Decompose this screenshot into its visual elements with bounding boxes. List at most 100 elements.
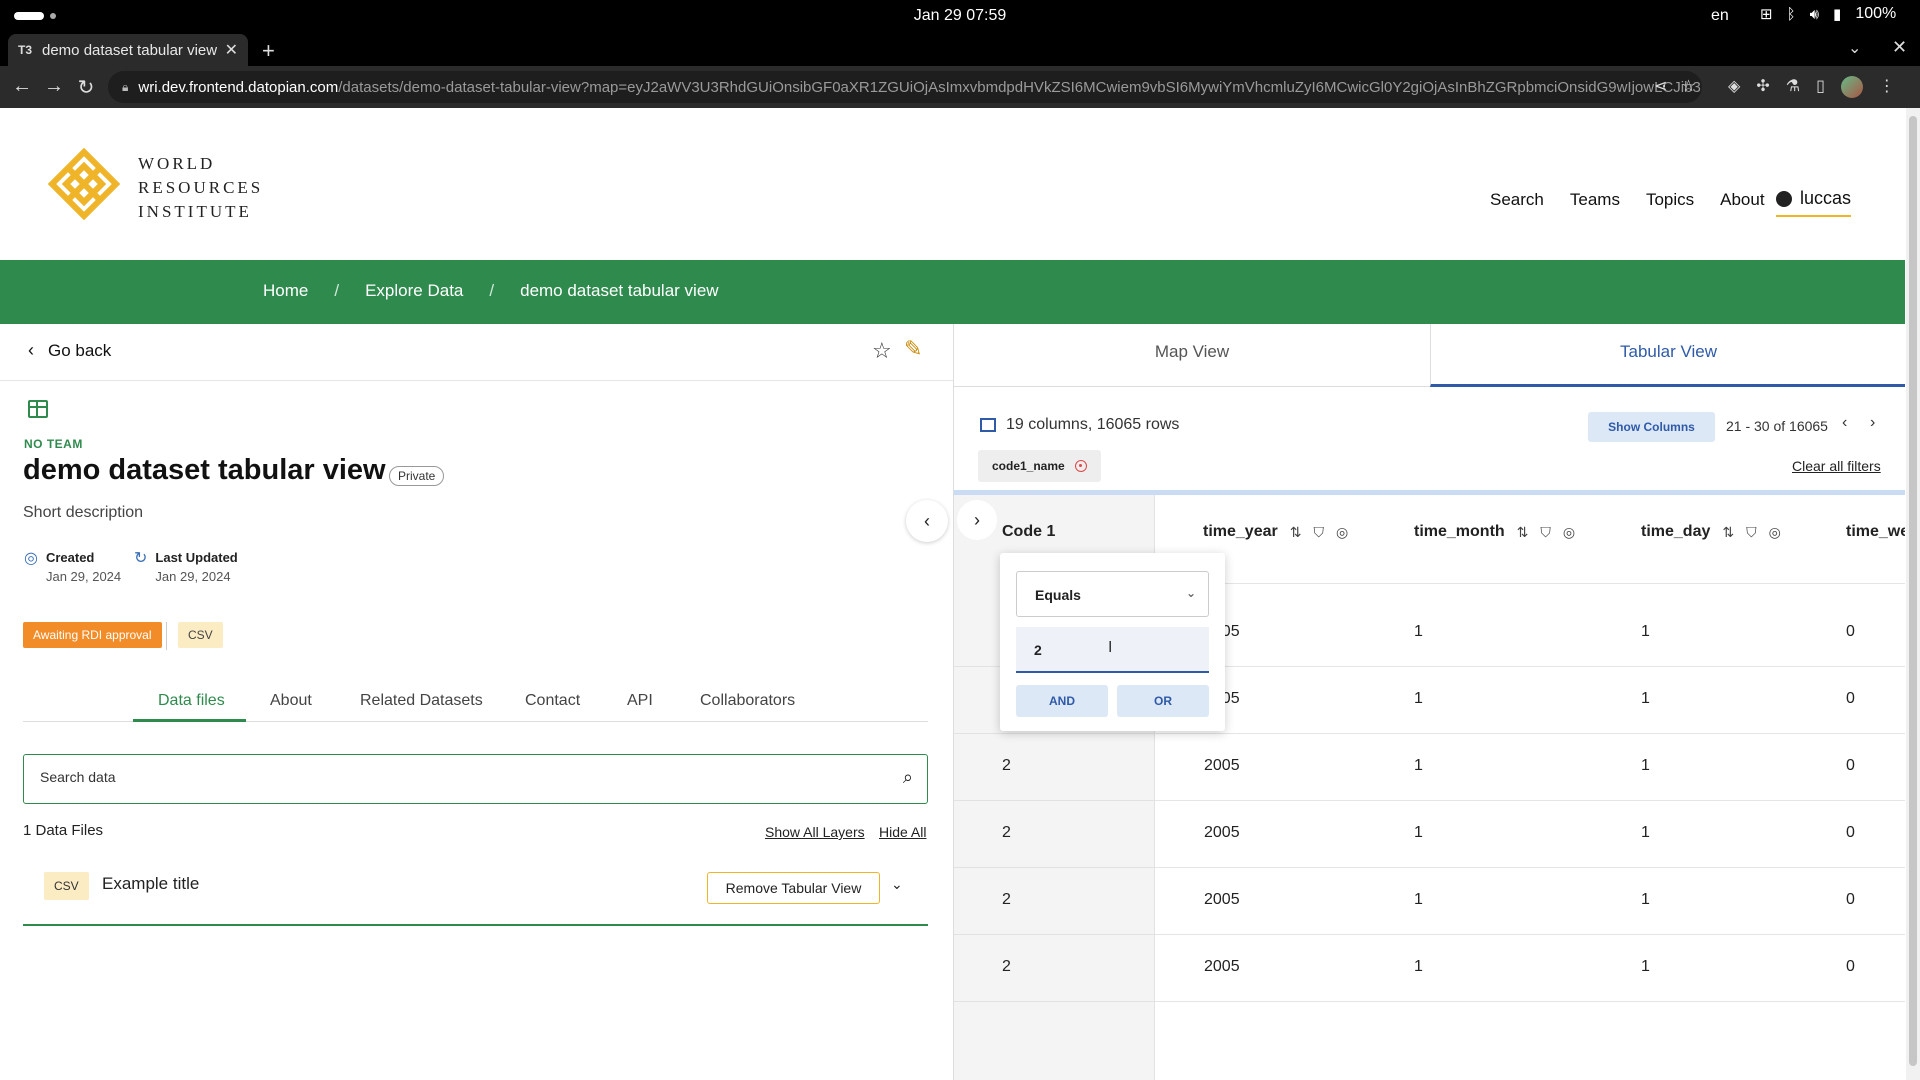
tab-search-icon[interactable]: ⌄ xyxy=(1848,38,1861,58)
forward-icon[interactable]: → xyxy=(42,75,66,98)
table-cell[interactable]: 1 xyxy=(1641,824,1650,842)
system-tray[interactable]: ⊞ ᛒ 🔊︎ ▮ 100% xyxy=(1760,5,1896,23)
column-header-time-day[interactable]: time_day ⇅ ⛉ ◎ xyxy=(1641,523,1781,541)
address-bar[interactable]: 🔒︎ wri.dev.frontend.datopian.com/dataset… xyxy=(108,71,1702,103)
table-cell[interactable]: 0 xyxy=(1846,958,1855,976)
go-back-button[interactable]: ‹ Go back xyxy=(28,340,111,361)
collapse-panel-button[interactable]: ‹ xyxy=(906,500,948,542)
tab-tabular-view[interactable]: Tabular View xyxy=(1430,324,1905,387)
column-header-time-year[interactable]: time_year ⇅ ⛉ ◎ xyxy=(1203,523,1348,541)
tab-collaborators[interactable]: Collaborators xyxy=(700,692,795,710)
show-all-layers-link[interactable]: Show All Layers xyxy=(765,824,865,840)
filter-operator-select[interactable]: Equals ⌄ xyxy=(1016,571,1209,617)
sort-icon[interactable]: ⇅ xyxy=(1290,524,1302,541)
breadcrumb-home[interactable]: Home xyxy=(263,281,308,301)
browser-tab[interactable]: T3 demo dataset tabular view ✕ xyxy=(8,34,248,66)
table-cell[interactable]: 1 xyxy=(1641,757,1650,775)
table-cell[interactable]: 2005 xyxy=(1204,824,1240,842)
search-icon[interactable]: ⌕ xyxy=(903,767,913,788)
search-data-input[interactable]: Search data ⌕ xyxy=(23,754,928,804)
table-cell[interactable]: 1 xyxy=(1414,690,1423,708)
table-cell[interactable]: 0 xyxy=(1846,824,1855,842)
tab-about[interactable]: About xyxy=(270,692,312,710)
nav-teams[interactable]: Teams xyxy=(1570,190,1620,210)
nav-about[interactable]: About xyxy=(1720,190,1764,210)
language-indicator[interactable]: en xyxy=(1711,7,1729,25)
extensions-icon[interactable]: ✣ xyxy=(1756,76,1769,98)
favorite-star-icon[interactable]: ☆ xyxy=(872,338,892,364)
table-cell[interactable]: 2005 xyxy=(1204,958,1240,976)
logo-text[interactable]: WORLD RESOURCES INSTITUTE xyxy=(138,152,263,224)
active-filter-chip[interactable]: code1_name xyxy=(978,450,1101,482)
wri-logo-icon[interactable] xyxy=(48,148,120,220)
tab-related-datasets[interactable]: Related Datasets xyxy=(360,692,483,710)
close-tab-icon[interactable]: ✕ xyxy=(225,40,238,60)
table-cell[interactable]: 2005 xyxy=(1204,891,1240,909)
remove-tabular-view-button[interactable]: Remove Tabular View xyxy=(707,872,880,904)
sidepanel-icon[interactable]: ▯ xyxy=(1816,76,1825,98)
next-page-icon[interactable]: › xyxy=(1870,414,1875,432)
remove-filter-icon[interactable] xyxy=(1074,460,1087,472)
table-cell[interactable]: 1 xyxy=(1641,690,1650,708)
clear-all-filters-link[interactable]: Clear all filters xyxy=(1792,458,1881,474)
chevron-down-icon[interactable]: ⌄ xyxy=(891,876,903,893)
table-cell[interactable]: 2 xyxy=(1002,958,1011,976)
table-cell[interactable]: 0 xyxy=(1846,757,1855,775)
table-cell[interactable]: 2 xyxy=(1002,891,1011,909)
clock[interactable]: Jan 29 07:59 xyxy=(0,7,1920,25)
user-menu[interactable]: luccas xyxy=(1776,188,1852,217)
expand-panel-button[interactable]: › xyxy=(957,500,997,540)
previous-page-icon[interactable]: ‹ xyxy=(1842,414,1847,432)
pin-icon[interactable]: ◎ xyxy=(1563,524,1575,541)
table-cell[interactable]: 1 xyxy=(1641,623,1650,641)
table-cell[interactable]: 1 xyxy=(1641,891,1650,909)
table-cell[interactable]: 2 xyxy=(1002,757,1011,775)
table-cell[interactable]: 1 xyxy=(1641,958,1650,976)
table-cell[interactable]: 1 xyxy=(1414,958,1423,976)
or-button[interactable]: OR xyxy=(1117,685,1209,717)
table-cell[interactable]: 2 xyxy=(1002,824,1011,842)
pin-icon[interactable]: ◎ xyxy=(1769,524,1781,541)
nav-search[interactable]: Search xyxy=(1490,190,1544,210)
tab-map-view[interactable]: Map View xyxy=(954,324,1430,387)
column-header-time-week[interactable]: time_we xyxy=(1846,523,1905,541)
nav-topics[interactable]: Topics xyxy=(1646,190,1694,210)
sort-icon[interactable]: ⇅ xyxy=(1517,524,1529,541)
scrollbar-thumb[interactable] xyxy=(1909,116,1917,1066)
filter-value-input[interactable]: 2 xyxy=(1016,627,1209,673)
table-cell[interactable]: 0 xyxy=(1846,623,1855,641)
bookmark-star-icon[interactable]: ☆ xyxy=(1681,76,1695,96)
extension-shield-icon[interactable]: ◈ xyxy=(1728,76,1740,98)
and-button[interactable]: AND xyxy=(1016,685,1108,717)
filter-icon[interactable]: ⛉ xyxy=(1313,524,1324,541)
pin-icon[interactable]: ◎ xyxy=(1336,524,1348,541)
table-cell[interactable]: 1 xyxy=(1414,824,1423,842)
profile-avatar[interactable] xyxy=(1840,76,1863,98)
filter-icon[interactable]: ⛉ xyxy=(1540,524,1551,541)
edit-icon[interactable]: ✎ xyxy=(904,336,922,362)
table-cell[interactable]: 2005 xyxy=(1204,757,1240,775)
table-cell[interactable]: 0 xyxy=(1846,891,1855,909)
filter-icon[interactable]: ⛉ xyxy=(1746,524,1757,541)
share-icon[interactable]: ⋖ xyxy=(1654,76,1667,96)
reload-icon[interactable]: ↻ xyxy=(74,75,98,100)
table-cell[interactable]: 1 xyxy=(1414,891,1423,909)
show-columns-button[interactable]: Show Columns xyxy=(1588,412,1715,442)
browser-menu-icon[interactable]: ⋮ xyxy=(1879,76,1895,98)
breadcrumb-explore-data[interactable]: Explore Data xyxy=(365,281,463,301)
tab-contact[interactable]: Contact xyxy=(525,692,580,710)
new-tab-icon[interactable]: + xyxy=(262,38,275,64)
hide-all-link[interactable]: Hide All xyxy=(879,824,926,840)
table-cell[interactable]: 1 xyxy=(1414,757,1423,775)
back-icon[interactable]: ← xyxy=(10,75,34,98)
tab-data-files[interactable]: Data files xyxy=(158,692,225,710)
data-file-item[interactable]: CSV Example title Remove Tabular View ⌄ xyxy=(23,854,928,926)
table-cell[interactable]: 0 xyxy=(1846,690,1855,708)
sort-icon[interactable]: ⇅ xyxy=(1722,524,1734,541)
column-header-time-month[interactable]: time_month ⇅ ⛉ ◎ xyxy=(1414,523,1575,541)
table-cell[interactable]: 1 xyxy=(1414,623,1423,641)
window-close-icon[interactable]: ✕ xyxy=(1892,37,1907,58)
page-scrollbar[interactable] xyxy=(1906,108,1920,1080)
lab-icon[interactable]: ⚗ xyxy=(1786,76,1800,98)
tab-api[interactable]: API xyxy=(627,692,653,710)
